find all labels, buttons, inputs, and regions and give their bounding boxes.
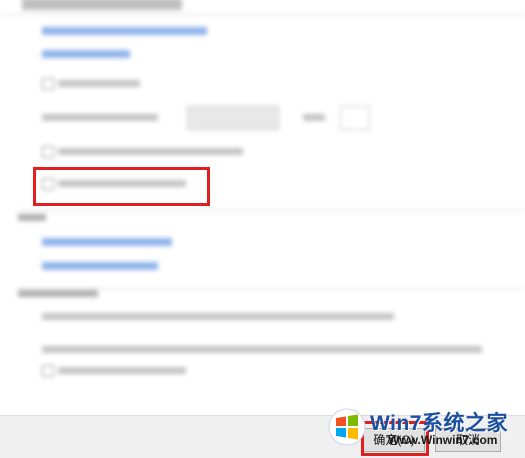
description-text-2 xyxy=(42,346,482,353)
separator-2 xyxy=(18,210,525,211)
windows-logo-icon xyxy=(328,408,366,446)
checkbox-2-label xyxy=(58,148,243,155)
unit-label xyxy=(303,114,325,121)
top-separator xyxy=(0,14,525,15)
description-text xyxy=(42,313,394,320)
watermark: Win7系统之家 Www.Winwin7.com xyxy=(328,404,522,454)
duration-dropdown[interactable] xyxy=(187,106,279,130)
group-title xyxy=(18,214,46,221)
option-link-4[interactable] xyxy=(42,262,158,270)
checkbox-4[interactable] xyxy=(42,365,54,377)
highlight-box xyxy=(33,167,210,206)
option-link-2[interactable] xyxy=(42,50,130,58)
checkbox-2[interactable] xyxy=(42,146,54,158)
option-link-1[interactable] xyxy=(42,27,207,35)
group-title-2 xyxy=(18,290,98,297)
dropdown-label xyxy=(42,114,158,121)
checkbox-1[interactable] xyxy=(42,78,54,90)
watermark-url: Www.Winwin7.com xyxy=(388,433,498,447)
checkbox-4-label xyxy=(58,367,186,374)
option-link-3[interactable] xyxy=(42,238,172,246)
value-box[interactable] xyxy=(340,106,370,130)
section-heading xyxy=(22,0,182,10)
separator-3 xyxy=(18,288,525,289)
checkbox-1-label xyxy=(58,80,140,87)
